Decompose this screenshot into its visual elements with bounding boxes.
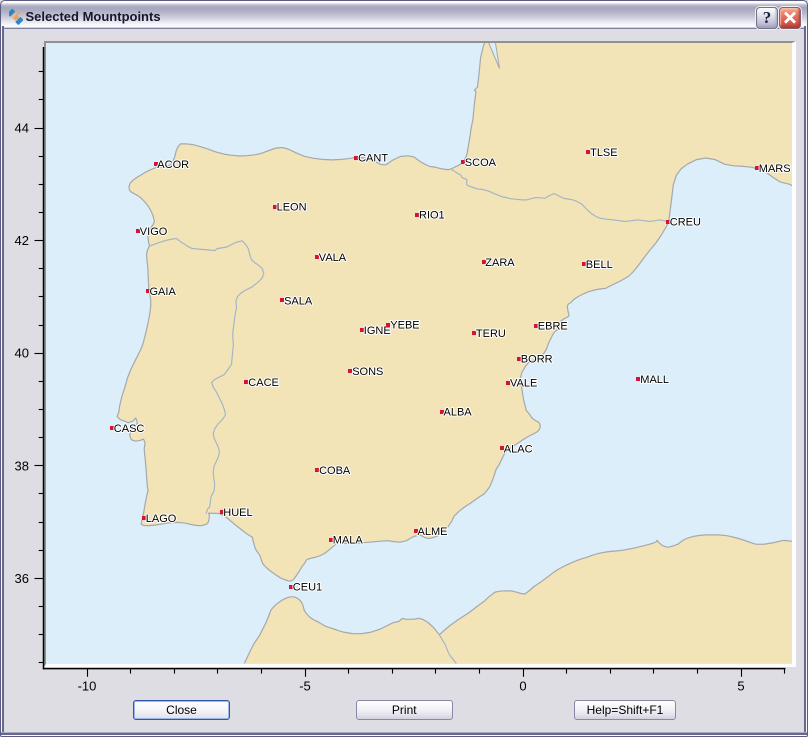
svg-text:SCOA: SCOA — [465, 157, 497, 169]
svg-text:BELL: BELL — [586, 259, 613, 271]
svg-text:40: 40 — [15, 346, 29, 361]
svg-text:VALA: VALA — [319, 252, 347, 264]
svg-text:VIGO: VIGO — [140, 226, 168, 238]
svg-text:MALA: MALA — [333, 534, 364, 546]
svg-text:LAGO: LAGO — [146, 513, 177, 525]
svg-text:SONS: SONS — [352, 366, 383, 378]
svg-text:EBRE: EBRE — [538, 320, 568, 332]
svg-text:MARS: MARS — [759, 163, 791, 175]
svg-text:VALE: VALE — [510, 378, 537, 390]
svg-text:ALAC: ALAC — [504, 443, 533, 455]
svg-text:TERU: TERU — [476, 328, 506, 340]
svg-text:CASC: CASC — [114, 423, 145, 435]
svg-text:-5: -5 — [299, 679, 311, 694]
svg-text:GAIA: GAIA — [150, 286, 177, 298]
svg-text:ACOR: ACOR — [157, 159, 189, 171]
svg-text:BORR: BORR — [521, 354, 553, 366]
svg-text:RIO1: RIO1 — [419, 209, 445, 221]
svg-text:SALA: SALA — [284, 295, 313, 307]
svg-text:CEU1: CEU1 — [293, 581, 322, 593]
svg-text:LEON: LEON — [277, 202, 307, 214]
svg-text:0: 0 — [519, 679, 526, 694]
svg-text:36: 36 — [15, 571, 29, 586]
svg-text:CACE: CACE — [248, 377, 279, 389]
svg-text:ZARA: ZARA — [485, 257, 515, 269]
svg-text:MALL: MALL — [640, 374, 669, 386]
svg-text:CREU: CREU — [670, 216, 701, 228]
svg-text:COBA: COBA — [319, 465, 351, 477]
svg-text:ALME: ALME — [418, 526, 448, 538]
svg-text:TLSE: TLSE — [590, 147, 618, 159]
svg-text:CANT: CANT — [358, 152, 388, 164]
svg-text:44: 44 — [15, 121, 29, 136]
svg-text:5: 5 — [737, 679, 744, 694]
svg-text:38: 38 — [15, 458, 29, 473]
svg-text:ALBA: ALBA — [444, 406, 473, 418]
svg-text:-10: -10 — [78, 679, 97, 694]
svg-text:HUEL: HUEL — [223, 507, 252, 519]
svg-text:42: 42 — [15, 233, 29, 248]
svg-text:YEBE: YEBE — [390, 320, 419, 332]
